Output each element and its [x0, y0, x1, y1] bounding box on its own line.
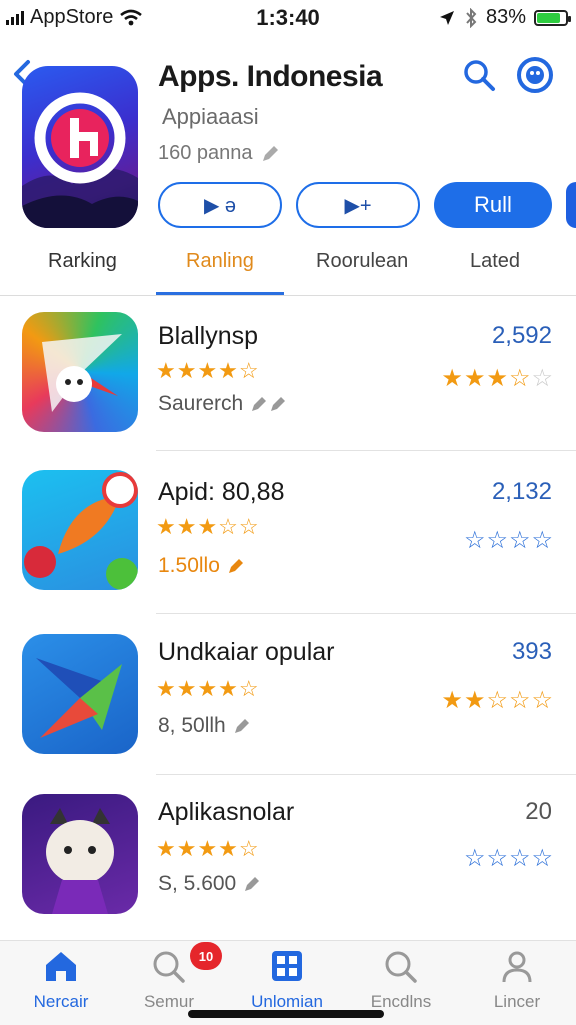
tab-bar-label: Lincer	[493, 992, 541, 1011]
app-meta: 8, 50llh	[158, 714, 254, 738]
search-icon	[385, 951, 417, 983]
tab-popular[interactable]: Roorulean	[316, 250, 408, 273]
tab-active[interactable]: Ranling	[186, 250, 254, 273]
search-icon[interactable]	[462, 58, 496, 92]
list-item[interactable]: Undkaiar opular ★★★★☆ 8, 50llh 393 ★★☆☆☆	[0, 622, 576, 782]
edit-icon	[252, 397, 286, 411]
app-name: Blallynsp	[158, 322, 259, 350]
tab-ranking[interactable]: Rarking	[48, 250, 117, 273]
search-icon	[153, 951, 185, 983]
rating-stars: ★★★★☆	[156, 676, 260, 702]
tab-bar-apps[interactable]: Unlomian	[232, 949, 342, 1012]
app-count: 160 panna	[158, 142, 281, 165]
app-meta-text: 8, 50llh	[158, 714, 226, 737]
download-count: 20	[525, 798, 552, 825]
download-count: 2,132	[491, 478, 552, 505]
add-button[interactable]: ▶+	[296, 182, 420, 228]
rating-stars-filled: ★★★★☆	[156, 358, 260, 383]
play-button[interactable]: ▶ ə	[158, 182, 282, 228]
app-icon	[22, 312, 138, 432]
rating-stars: ★★★☆☆	[156, 514, 260, 540]
notification-badge: 10	[190, 942, 222, 970]
tab-bar-home[interactable]: Nercair	[6, 949, 116, 1012]
secondary-stars-filled: ★★★☆	[441, 365, 532, 392]
secondary-stars-empty: ☆	[531, 365, 554, 392]
download-count: 393	[511, 638, 552, 665]
primary-button[interactable]: Rull	[434, 182, 552, 228]
grid-icon	[272, 951, 302, 981]
home-indicator[interactable]	[188, 1010, 384, 1018]
app-meta-text: S, 5.600	[158, 872, 237, 895]
secondary-rating-stars: ☆☆☆☆	[463, 527, 554, 554]
app-name: Undkaiar opular	[158, 638, 335, 666]
tab-bar-explore[interactable]: Encdlns	[346, 949, 456, 1012]
bluetooth-icon	[466, 7, 477, 28]
divider	[0, 295, 576, 296]
edit-icon	[234, 719, 249, 733]
app-name: Aplikasnolar	[158, 798, 295, 826]
profile-icon[interactable]	[516, 56, 554, 94]
overflow-button[interactable]	[566, 182, 576, 228]
secondary-stars-filled: ★★☆☆☆	[441, 687, 554, 714]
tab-latest[interactable]: Lated	[470, 250, 520, 273]
row-divider	[156, 774, 576, 775]
tab-bar-label: Unlomian	[251, 992, 323, 1011]
secondary-rating-stars: ☆☆☆☆	[463, 845, 554, 872]
rating-stars: ★★★★☆	[156, 836, 260, 862]
tab-bar-profile[interactable]: Lincer	[462, 949, 572, 1012]
edit-icon	[228, 559, 243, 573]
location-arrow-icon	[439, 10, 454, 25]
row-divider	[156, 613, 576, 614]
list-item[interactable]: Aplikasnolar ★★★★☆ S, 5.600 20 ☆☆☆☆	[0, 784, 576, 944]
person-icon	[502, 951, 532, 983]
app-meta: S, 5.600	[158, 872, 264, 896]
primary-button-label: Rull	[474, 192, 512, 217]
app-meta: Saurerch	[158, 392, 289, 416]
app-subtitle: Appiaaasi	[162, 104, 259, 129]
app-meta-text: Saurerch	[158, 392, 244, 415]
app-icon	[22, 634, 138, 754]
tab-bar-label: Encdlns	[370, 992, 432, 1011]
play-button-label: ▶ ə	[203, 194, 237, 217]
download-count: 2,592	[491, 322, 552, 349]
list-item[interactable]: Apid: 80,88 ★★★☆☆ 1.50llo 2,132 ☆☆☆☆	[0, 460, 576, 620]
edit-icon	[245, 877, 260, 891]
app-name: Apid: 80,88	[158, 478, 285, 506]
edit-icon	[262, 145, 278, 161]
rating-stars: ★★★★☆	[156, 358, 260, 384]
add-button-label: ▶+	[344, 194, 372, 217]
battery-icon	[534, 9, 571, 26]
rating-stars-filled: ★★★★☆	[156, 836, 260, 861]
app-title: Apps. Indonesia	[158, 60, 383, 93]
app-count-text: 160 panna	[158, 142, 253, 164]
app-meta: 1.50llo	[158, 554, 248, 578]
app-icon	[22, 470, 138, 590]
row-divider	[156, 450, 576, 451]
tab-bar-label: Semur	[143, 992, 195, 1011]
list-item[interactable]: Blallynsp ★★★★☆ Saurerch 2,592 ★★★☆☆	[0, 298, 576, 458]
home-icon	[46, 952, 76, 981]
tab-bar-label: Nercair	[33, 992, 89, 1011]
app-icon	[22, 794, 138, 914]
app-icon	[22, 66, 138, 228]
secondary-rating-stars: ★★★☆☆	[441, 364, 554, 393]
secondary-rating-stars: ★★☆☆☆	[441, 686, 554, 715]
app-meta-text: 1.50llo	[158, 554, 220, 577]
battery-percent: 83%	[485, 6, 526, 28]
rating-stars-filled: ★★★★☆	[156, 676, 260, 701]
rating-stars-filled: ★★★☆☆	[156, 514, 260, 539]
status-bar: AppStore 1:3:40 83%	[0, 0, 576, 36]
